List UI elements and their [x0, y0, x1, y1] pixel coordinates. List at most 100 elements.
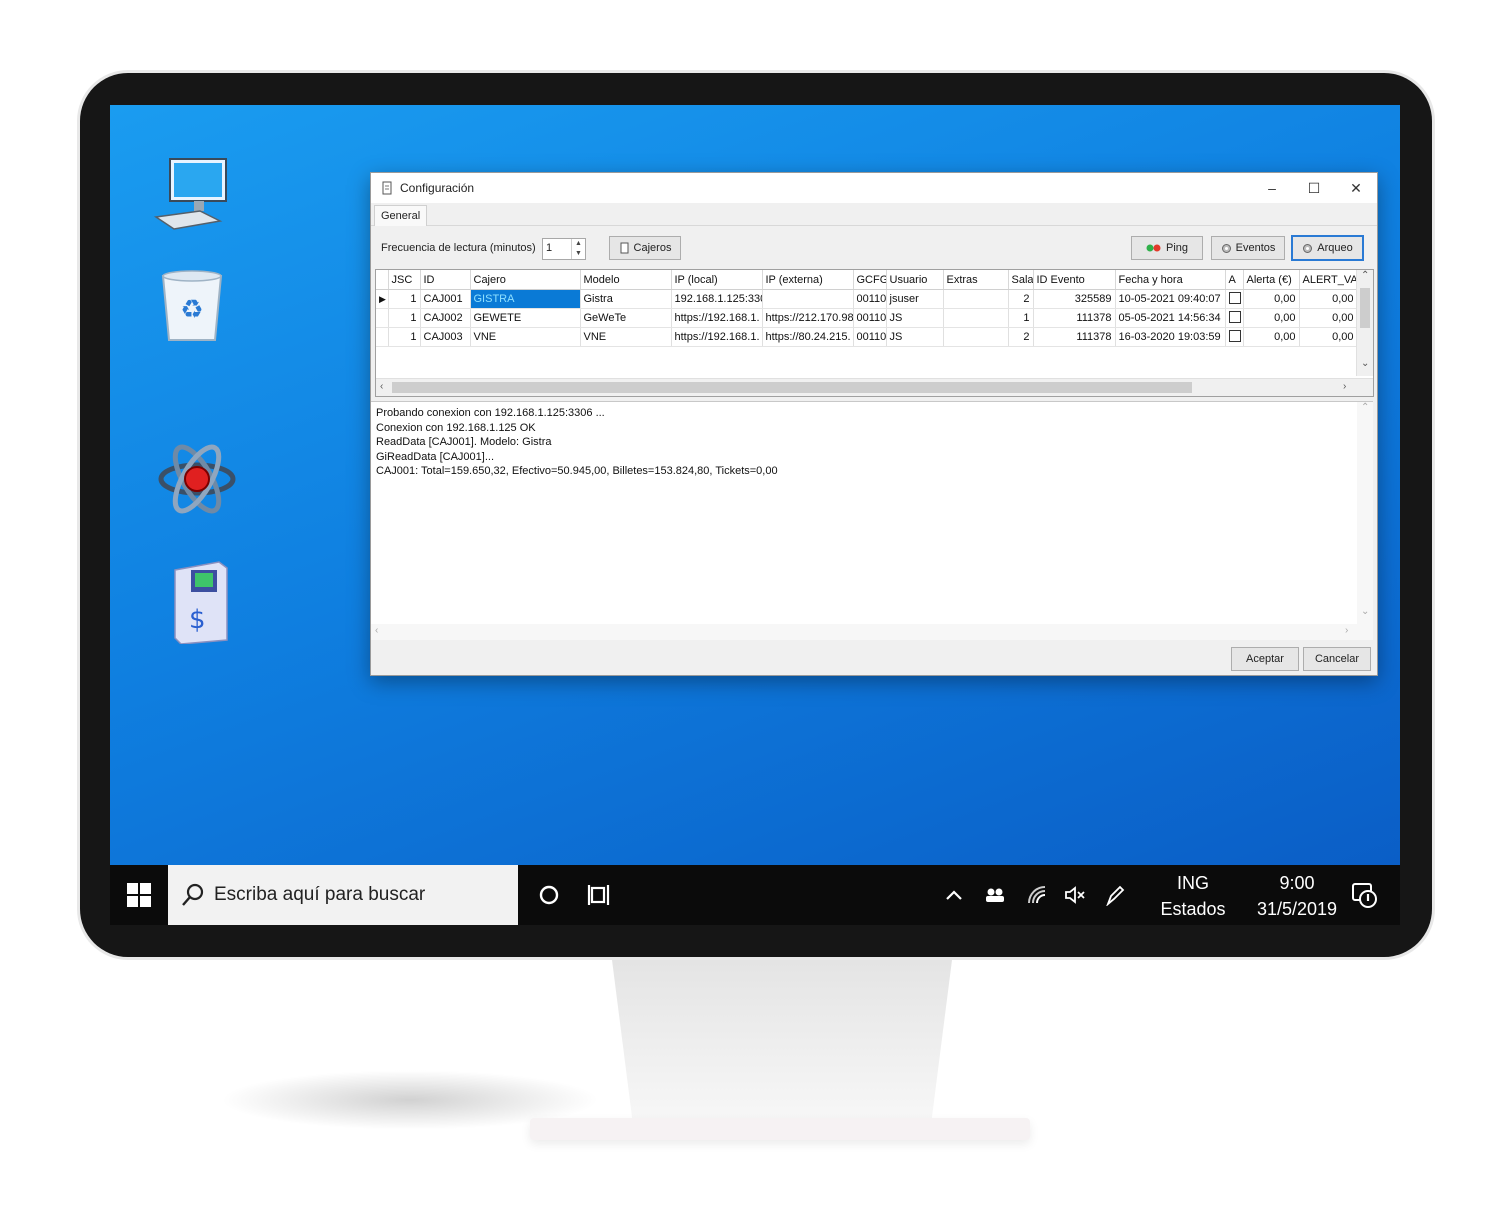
- column-header[interactable]: Cajero: [470, 270, 581, 290]
- cell-id-evento[interactable]: 111378: [1033, 327, 1116, 347]
- window-titlebar[interactable]: Configuración – ☐ ✕: [371, 173, 1377, 203]
- alert-checkbox[interactable]: [1228, 329, 1241, 342]
- recycle-bin-icon[interactable]: ♻: [157, 268, 227, 349]
- chevron-down-icon[interactable]: ⌄: [1361, 606, 1369, 617]
- cell-sala[interactable]: 2: [1008, 289, 1034, 309]
- eventos-button[interactable]: Eventos: [1211, 236, 1285, 260]
- cell-usuario[interactable]: JS: [886, 327, 944, 347]
- cell-ip-externa[interactable]: https://80.24.215.: [762, 327, 854, 347]
- table-row[interactable]: 1 CAJ002 GEWETE GeWeTe https://192.168.1. htt…: [376, 308, 1358, 328]
- tab-general[interactable]: General: [374, 205, 428, 226]
- cell-sala[interactable]: 1: [1008, 308, 1034, 328]
- cell-fecha[interactable]: 16-03-2020 19:03:59: [1115, 327, 1226, 347]
- cell-alert-val[interactable]: 0,00: [1299, 327, 1358, 347]
- start-button[interactable]: [110, 865, 168, 925]
- arqueo-button[interactable]: Arqueo: [1291, 235, 1364, 261]
- row-header[interactable]: [376, 308, 389, 328]
- alert-checkbox-cell[interactable]: [1225, 308, 1244, 328]
- column-header[interactable]: A: [1225, 270, 1244, 290]
- cell-ip-externa[interactable]: [762, 289, 854, 309]
- chevron-right-icon[interactable]: ›: [1343, 381, 1346, 392]
- ping-button[interactable]: Ping: [1131, 236, 1203, 260]
- clock[interactable]: 9:00 31/5/2019: [1255, 870, 1339, 925]
- language-indicator[interactable]: ING Estados Unidos: [1138, 870, 1248, 925]
- cell-gcfg[interactable]: 00110: [853, 308, 887, 328]
- cell-jsc[interactable]: 1: [388, 308, 421, 328]
- volume-muted-icon[interactable]: [1060, 865, 1090, 925]
- column-header[interactable]: Alerta (€): [1243, 270, 1300, 290]
- cell-modelo[interactable]: Gistra: [580, 289, 672, 309]
- column-header[interactable]: ID Evento: [1033, 270, 1116, 290]
- cell-jsc[interactable]: 1: [388, 327, 421, 347]
- cell-extras[interactable]: [943, 308, 1009, 328]
- pen-icon[interactable]: [1100, 865, 1130, 925]
- cell-extras[interactable]: [943, 289, 1009, 309]
- column-header[interactable]: IP (local): [671, 270, 763, 290]
- column-header[interactable]: ALERT_VAL: [1299, 270, 1358, 290]
- chevron-up-icon[interactable]: ⌃: [1361, 402, 1369, 413]
- column-header[interactable]: ID: [420, 270, 471, 290]
- cell-usuario[interactable]: JS: [886, 308, 944, 328]
- cell-modelo[interactable]: GeWeTe: [580, 308, 672, 328]
- log-output[interactable]: Probando conexion con 192.168.1.125:3306…: [371, 401, 1373, 640]
- cajeros-button[interactable]: Cajeros: [609, 236, 681, 260]
- cell-cajero[interactable]: GISTRA: [470, 289, 581, 309]
- cell-gcfg[interactable]: 00110: [853, 289, 887, 309]
- table-row[interactable]: 1 CAJ003 VNE VNE https://192.168.1. https://8…: [376, 327, 1358, 347]
- this-pc-icon[interactable]: [150, 155, 232, 242]
- people-icon[interactable]: [980, 865, 1010, 925]
- grid-vertical-scrollbar[interactable]: ⌃ ⌄: [1356, 270, 1373, 376]
- chevron-right-icon[interactable]: ›: [1345, 625, 1348, 636]
- grid-horizontal-thumb[interactable]: [392, 382, 1192, 393]
- column-header[interactable]: Sala: [1008, 270, 1034, 290]
- cell-cajero[interactable]: VNE: [470, 327, 581, 347]
- cell-alerta[interactable]: 0,00: [1243, 308, 1300, 328]
- log-vertical-scrollbar[interactable]: ⌃ ⌄: [1357, 402, 1373, 624]
- chevron-up-icon[interactable]: ⌃: [1361, 270, 1369, 281]
- column-header[interactable]: Modelo: [580, 270, 672, 290]
- alert-checkbox[interactable]: [1228, 291, 1241, 304]
- minimize-button[interactable]: –: [1251, 173, 1293, 203]
- cell-fecha[interactable]: 10-05-2021 09:40:07: [1115, 289, 1226, 309]
- taskbar-search-box[interactable]: Escriba aquí para buscar: [168, 865, 518, 925]
- column-header[interactable]: GCFG: [853, 270, 887, 290]
- cell-ip-local[interactable]: https://192.168.1.: [671, 327, 763, 347]
- log-horizontal-scrollbar[interactable]: ‹ ›: [371, 624, 1373, 640]
- frequency-spinner[interactable]: 1 ▲ ▼: [542, 238, 586, 260]
- notifications-icon[interactable]: [1344, 865, 1384, 925]
- cell-id[interactable]: CAJ002: [420, 308, 471, 328]
- table-row[interactable]: ▶1CAJ001GISTRAGistra192.168.1.125:3306 00…: [376, 289, 1358, 309]
- cell-alert-val[interactable]: 0,00: [1299, 289, 1358, 309]
- atom-app-icon[interactable]: [157, 443, 237, 520]
- alert-checkbox[interactable]: [1228, 310, 1241, 323]
- cancel-button[interactable]: Cancelar: [1303, 647, 1371, 671]
- column-header[interactable]: Usuario: [886, 270, 944, 290]
- cell-id[interactable]: CAJ003: [420, 327, 471, 347]
- chevron-down-icon[interactable]: ⌄: [1361, 358, 1369, 369]
- cell-sala[interactable]: 2: [1008, 327, 1034, 347]
- cell-ip-local[interactable]: https://192.168.1.: [671, 308, 763, 328]
- close-button[interactable]: ✕: [1335, 173, 1377, 203]
- atm-app-icon[interactable]: $: [167, 560, 233, 649]
- cell-id-evento[interactable]: 325589: [1033, 289, 1116, 309]
- grid-vertical-thumb[interactable]: [1360, 288, 1370, 328]
- row-header[interactable]: [376, 327, 389, 347]
- cell-modelo[interactable]: VNE: [580, 327, 672, 347]
- alert-checkbox-cell[interactable]: [1225, 289, 1244, 309]
- column-header[interactable]: IP (externa): [762, 270, 854, 290]
- cell-id[interactable]: CAJ001: [420, 289, 471, 309]
- column-header[interactable]: JSC: [388, 270, 421, 290]
- cell-cajero[interactable]: GEWETE: [470, 308, 581, 328]
- column-header[interactable]: Extras: [943, 270, 1009, 290]
- cell-usuario[interactable]: jsuser: [886, 289, 944, 309]
- row-header[interactable]: ▶: [376, 289, 389, 309]
- grid-horizontal-scrollbar[interactable]: ‹ ›: [376, 378, 1373, 396]
- cell-extras[interactable]: [943, 327, 1009, 347]
- column-header[interactable]: Fecha y hora: [1115, 270, 1226, 290]
- cell-gcfg[interactable]: 00110: [853, 327, 887, 347]
- maximize-button[interactable]: ☐: [1293, 173, 1335, 203]
- cortana-icon[interactable]: [532, 865, 566, 925]
- cell-fecha[interactable]: 05-05-2021 14:56:34: [1115, 308, 1226, 328]
- task-view-icon[interactable]: [582, 865, 616, 925]
- cell-id-evento[interactable]: 111378: [1033, 308, 1116, 328]
